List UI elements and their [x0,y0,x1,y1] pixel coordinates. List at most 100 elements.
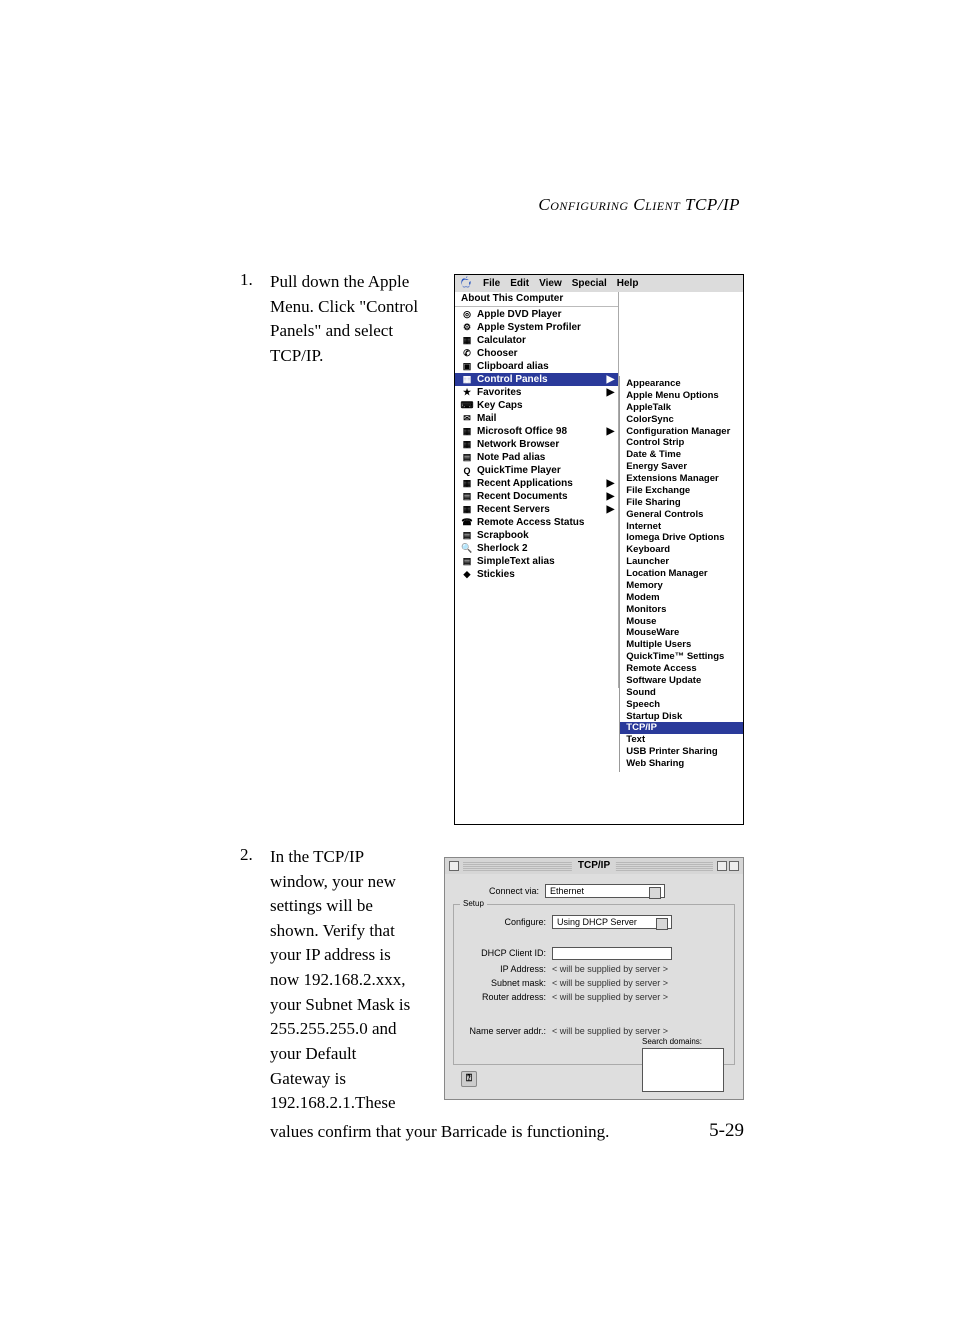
submenu-item: Control Strip [620,437,743,449]
menu-about-this-computer: About This Computer [455,292,618,305]
configure-select: Using DHCP Server ▴▾ [552,915,672,929]
menu-item: ⚙ Apple System Profiler [455,321,618,334]
menu-item: ▤ Note Pad alias [455,451,618,464]
menu-item-label: Microsoft Office 98 [477,426,567,437]
submenu-item: Mouse [620,616,743,628]
submenu-item: Internet [620,521,743,533]
submenu-item: Energy Saver [620,461,743,473]
menu-item: ▦Recent Applications▶ [455,477,618,490]
menu-item-label: Stickies [477,569,515,580]
menu-item: ⌨Key Caps [455,399,618,412]
submenu-item: Location Manager [620,568,743,580]
mac-menubar: File Edit View Special Help [455,275,743,292]
menu-item-icon: ◆ [461,569,473,580]
submenu-item: Configuration Manager [620,426,743,438]
subnet-mask-value: < will be supplied by server > [552,978,668,988]
menu-item-label: Calculator [477,335,526,346]
menu-item: ▣ Clipboard alias [455,360,618,373]
submenu-item: Extensions Manager [620,473,743,485]
menu-item: ▤ SimpleText alias [455,555,618,568]
submenu-item: General Controls [620,509,743,521]
search-domains: Search domains: [642,1037,724,1092]
menubar-special: Special [572,278,607,289]
menu-item-label: Control Panels [477,374,548,385]
subnet-mask-label: Subnet mask: [460,978,552,988]
page-number: 5-29 [709,1120,744,1142]
ip-address-value: < will be supplied by server > [552,964,668,974]
menu-item-icon: ▦ [461,374,473,385]
menu-item-icon: ▦ [461,504,473,515]
menu-item-label: Mail [477,413,496,424]
menu-item-label: Apple System Profiler [477,322,581,333]
menu-item-icon: ▦ [461,439,473,450]
menu-item-icon: ▤ [461,556,473,567]
menu-about-label: About This Computer [461,293,563,304]
menu-item-label: Clipboard alias [477,361,549,372]
setup-fieldset: Setup Configure: Using DHCP Server ▴▾ DH… [453,904,735,1065]
apple-menu-dropdown: About This Computer ◎Apple DVD Player⚙ Ap… [455,292,619,688]
menu-item: 🔍Sherlock 2 [455,542,618,555]
menu-item: ▤Scrapbook [455,529,618,542]
menu-item-label: QuickTime Player [477,465,561,476]
submenu-item: Text [620,734,743,746]
submenu-item: Iomega Drive Options [620,532,743,544]
submenu-item: Launcher [620,556,743,568]
submenu-item: Sound [620,687,743,699]
step-1: 1. Pull down the Apple Menu. Click "Cont… [240,270,744,825]
menu-item-icon: ▤ [461,491,473,502]
submenu-arrow-icon: ▶ [607,374,615,385]
submenu-item: Keyboard [620,544,743,556]
running-header: Configuring Client TCP/IP [240,195,744,215]
router-address-value: < will be supplied by server > [552,992,668,1002]
menu-item-label: Remote Access Status [477,517,584,528]
menu-item-label: Note Pad alias [477,452,545,463]
menubar-edit: Edit [510,278,529,289]
submenu-item: Modem [620,592,743,604]
submenu-item: AppleTalk [620,402,743,414]
menu-item: ◎Apple DVD Player [455,308,618,321]
connect-via-value: Ethernet [550,886,584,896]
dhcp-client-id-label: DHCP Client ID: [460,948,552,958]
menu-item-icon: Q [461,465,473,476]
menu-item-label: Network Browser [477,439,559,450]
menu-item-label: SimpleText alias [477,556,555,567]
menu-item: ★Favorites▶ [455,386,618,399]
menu-item-icon: ◎ [461,309,473,320]
collapse-box-icon [729,861,739,871]
menu-item: ✆Chooser [455,347,618,360]
updown-icon: ▴▾ [662,918,666,928]
menubar-file: File [483,278,500,289]
menu-item-icon: ▦ [461,478,473,489]
menu-item-icon: ▦ [461,426,473,437]
connect-via-select: Ethernet ▴▾ [545,884,665,898]
submenu-item: USB Printer Sharing [620,746,743,758]
menu-item: ☎Remote Access Status [455,516,618,529]
screenshot-apple-menu: File Edit View Special Help About This C… [454,274,744,825]
submenu-arrow-icon: ▶ [607,387,615,398]
submenu-item: MouseWare [620,627,743,639]
menu-item: ✉Mail [455,412,618,425]
menu-divider [455,306,618,307]
submenu-item: Speech [620,699,743,711]
menu-item-label: Recent Documents [477,491,568,502]
submenu-item: Date & Time [620,449,743,461]
submenu-item: Memory [620,580,743,592]
submenu-item: File Sharing [620,497,743,509]
tcpip-titlebar: TCP/IP [445,858,743,874]
menu-item: ▦ Calculator [455,334,618,347]
menu-item-icon: ⌨ [461,400,473,411]
menu-item: ▤Recent Documents▶ [455,490,618,503]
menu-item-icon: ▦ [461,335,473,346]
menu-item-label: Sherlock 2 [477,543,528,554]
tcpip-title: TCP/IP [572,860,616,871]
menu-item-icon: ✆ [461,348,473,359]
menu-item-icon: ▣ [461,361,473,372]
zoom-box-icon [717,861,727,871]
menu-item-label: Recent Applications [477,478,573,489]
menu-item-icon: ⚙ [461,322,473,333]
connect-via-label: Connect via: [453,886,545,896]
menu-item-icon: ▤ [461,452,473,463]
submenu-item: Multiple Users [620,639,743,651]
ip-address-label: IP Address: [460,964,552,974]
menu-item-label: Favorites [477,387,521,398]
